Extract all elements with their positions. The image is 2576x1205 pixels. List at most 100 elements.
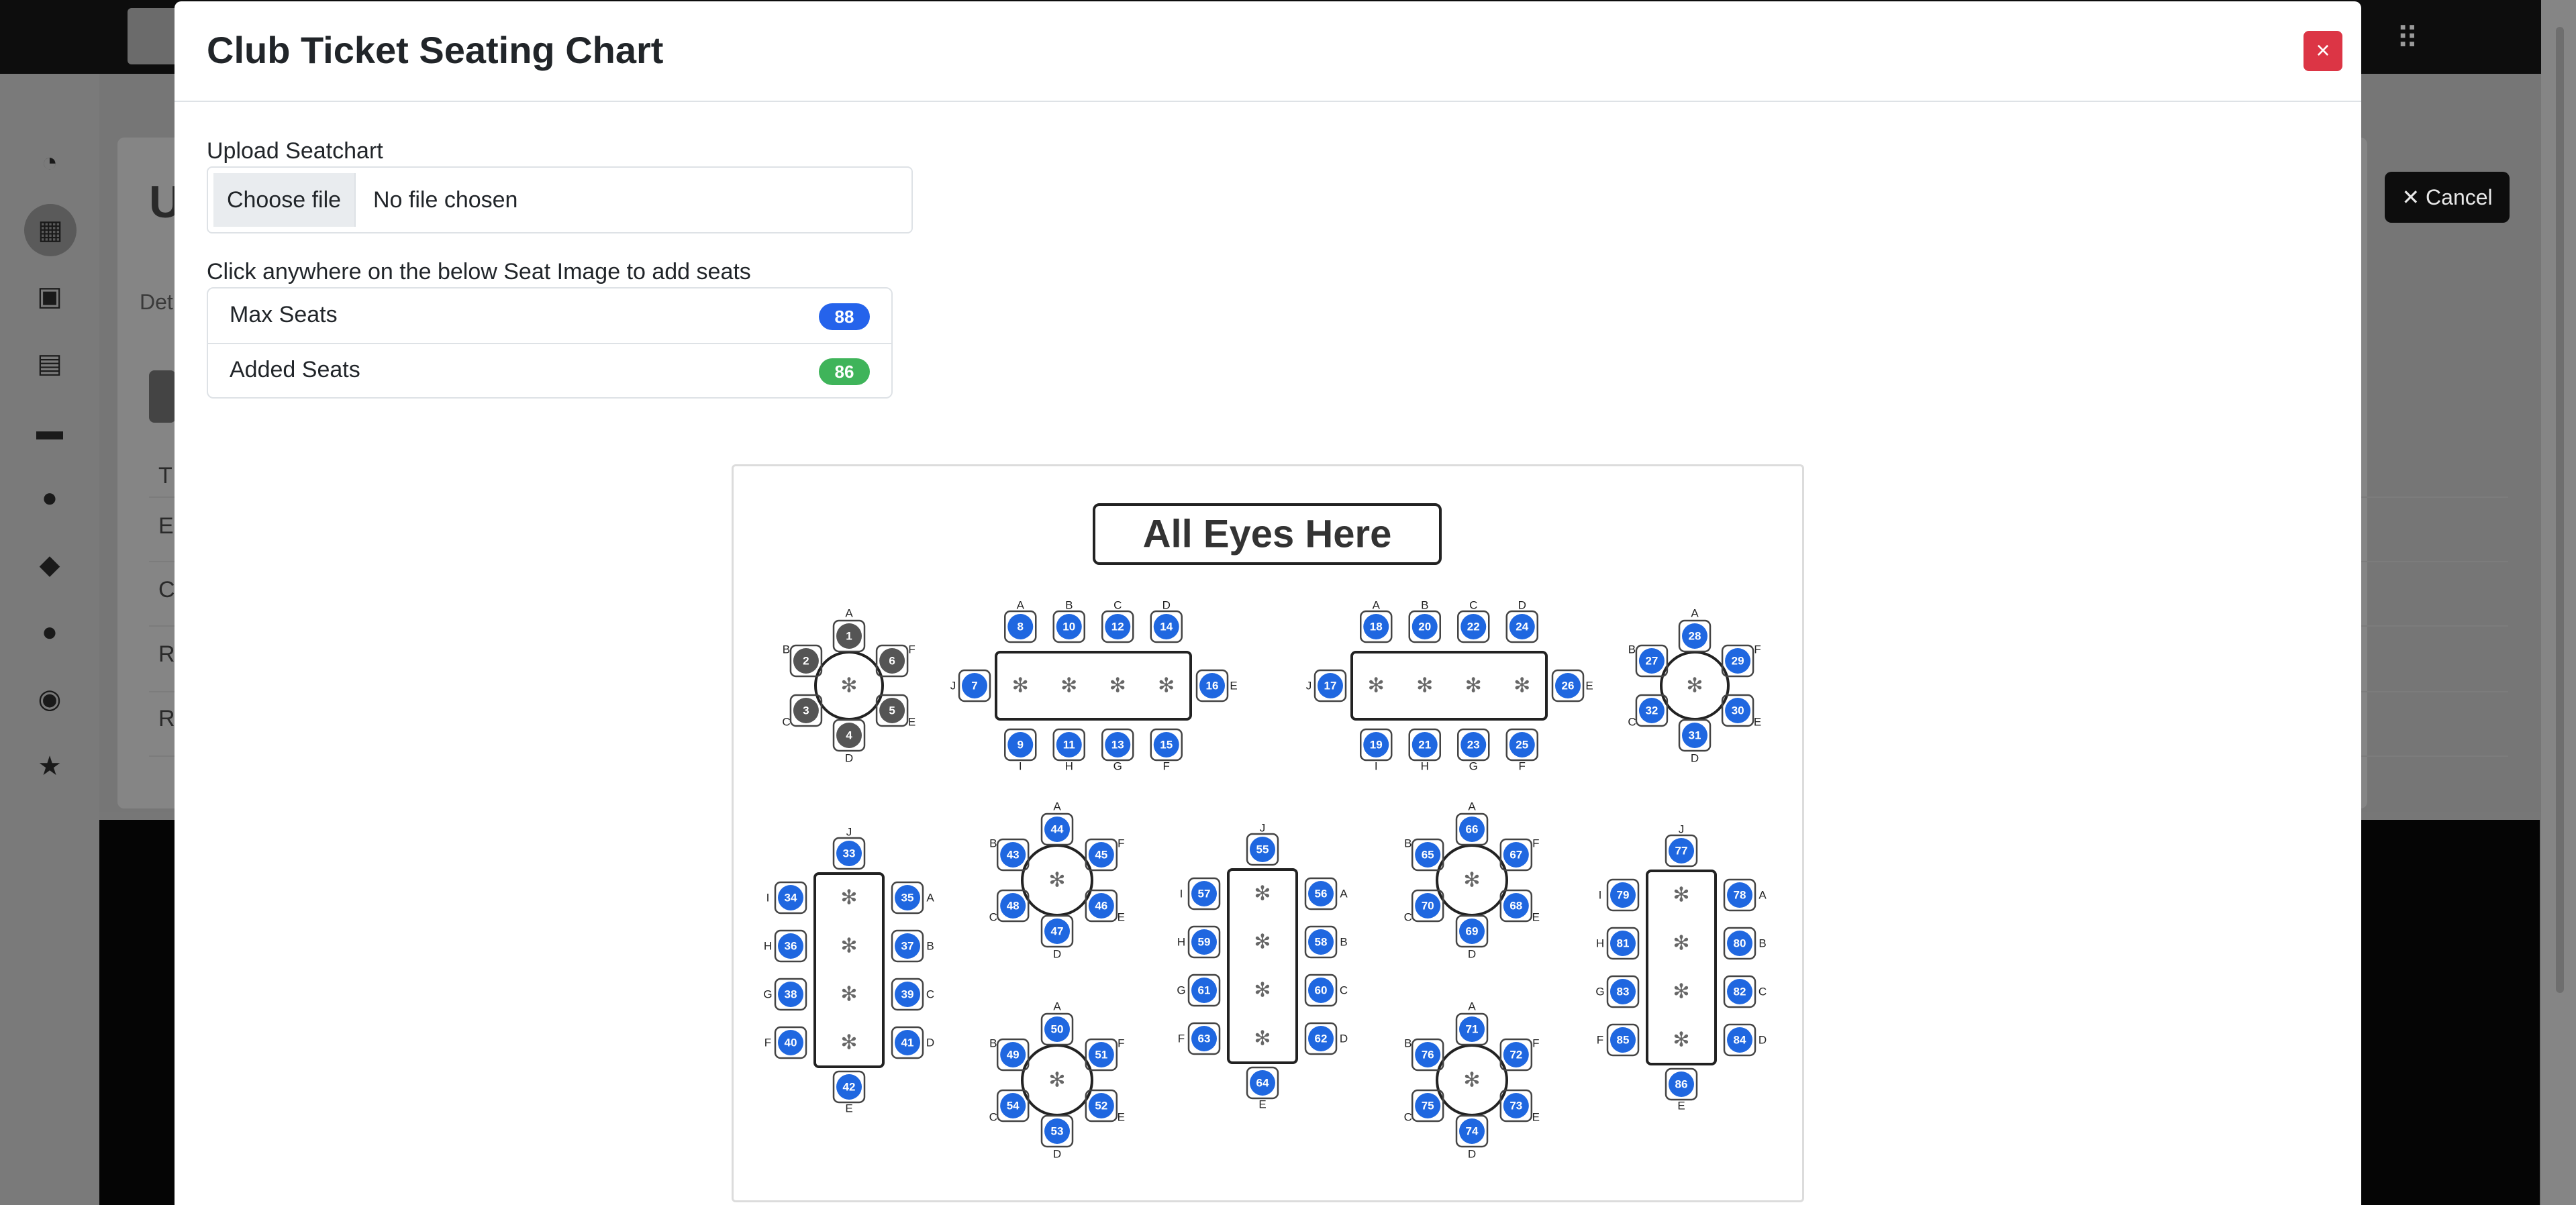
seat-letter: F [764, 1037, 771, 1049]
qr-code-icon[interactable]: ▣ [32, 279, 67, 314]
users-icon[interactable]: ● [32, 615, 67, 649]
seat-number: 39 [901, 988, 914, 1001]
seat-number: 29 [1732, 655, 1744, 668]
seat-letter: B [1404, 837, 1411, 850]
centerpiece-icon: ✻ [1463, 869, 1480, 892]
seat-letter: J [950, 680, 956, 692]
seat-number: 1 [846, 630, 852, 643]
seat-letter: E [1754, 716, 1761, 729]
centerpiece-icon: ✻ [840, 1031, 857, 1055]
seat-letter: B [1421, 599, 1428, 612]
seat-letter: A [1053, 1000, 1061, 1013]
seat-letter: C [1469, 599, 1477, 612]
seat-letter: E [1258, 1098, 1266, 1111]
apps-grid-icon[interactable]: ⠿ [2396, 20, 2419, 56]
user-gear-icon[interactable]: ● [32, 480, 67, 515]
seat-letter: A [1340, 888, 1348, 900]
id-card-icon[interactable]: ▤ [32, 346, 67, 381]
seat-number: 23 [1467, 739, 1480, 751]
seat-number: 53 [1051, 1125, 1064, 1138]
seat-number: 31 [1689, 729, 1701, 742]
seat-number: 50 [1051, 1023, 1064, 1036]
close-button[interactable]: × [2303, 31, 2342, 71]
seat-number: 74 [1466, 1125, 1479, 1138]
seat-number: 81 [1617, 937, 1630, 950]
background-button[interactable] [149, 370, 176, 423]
seat-letter: F [1178, 1033, 1185, 1045]
seat-number: 21 [1418, 739, 1431, 751]
seat-number: 15 [1160, 739, 1173, 751]
centerpiece-icon: ✻ [1673, 1029, 1689, 1052]
seat-letter: B [1404, 1037, 1411, 1050]
seat-letter: D [1053, 1148, 1061, 1161]
background-table-row: C [158, 577, 175, 602]
calendar-icon[interactable]: ▦ [24, 204, 77, 256]
seat-number: 37 [901, 940, 914, 953]
seat-letter: B [1065, 599, 1073, 612]
seat-letter: A [1468, 800, 1476, 813]
seat-image[interactable]: All Eyes Here✻ABCDEF123456✻A89I✻B1011H✻C… [732, 464, 1804, 1202]
seat-number: 45 [1095, 849, 1107, 861]
seat-letter: C [926, 988, 934, 1001]
seat-number: 57 [1198, 888, 1211, 900]
page-scrollbar-thumb[interactable] [2556, 27, 2564, 993]
seat-number: 14 [1160, 621, 1173, 633]
background-table-header: T [158, 463, 172, 488]
seat-number: 6 [889, 655, 895, 668]
seat-letter: A [926, 892, 934, 904]
seat-number: 17 [1324, 680, 1337, 692]
background-table-row: E [158, 513, 174, 539]
seat-instruction-text: Click anywhere on the below Seat Image t… [207, 259, 751, 284]
seat-number: 44 [1051, 823, 1064, 836]
star-icon[interactable]: ★ [32, 749, 67, 784]
seat-letter: A [1758, 889, 1767, 902]
centerpiece-icon: ✻ [1673, 932, 1689, 955]
centerpiece-icon: ✻ [1060, 674, 1077, 698]
centerpiece-icon: ✻ [1048, 1069, 1065, 1092]
seat-letter: I [1019, 760, 1022, 773]
seat-number: 18 [1370, 621, 1383, 633]
seat-letter: F [1754, 643, 1761, 656]
seat-letter: F [1118, 837, 1124, 850]
map-icon[interactable]: ◆ [32, 547, 67, 582]
seat-number: 51 [1095, 1049, 1107, 1061]
seat-number: 66 [1466, 823, 1479, 836]
seat-letter: D [845, 752, 853, 765]
staff-icon[interactable]: ◉ [32, 682, 67, 717]
centerpiece-icon: ✻ [1109, 674, 1126, 698]
choose-file-button[interactable]: Choose file [213, 173, 356, 227]
seat-letter: G [1113, 760, 1122, 773]
added-seats-label: Added Seats [230, 357, 360, 382]
seat-letter: C [1340, 984, 1348, 997]
seat-letter: E [1532, 911, 1540, 924]
seat-number: 62 [1315, 1033, 1328, 1045]
seat-letter: A [1468, 1000, 1476, 1013]
seat-number: 30 [1732, 704, 1744, 717]
seat-letter: J [1306, 680, 1312, 692]
seat-number: 77 [1675, 845, 1688, 857]
dashboard-icon[interactable]: ◔ [32, 145, 67, 180]
seat-letter: C [989, 1111, 997, 1124]
seat-number: 5 [889, 704, 895, 717]
seat-number: 26 [1562, 680, 1575, 692]
seat-letter: A [1053, 800, 1061, 813]
seat-number: 25 [1516, 739, 1528, 751]
seatchart-file-input[interactable]: Choose file No file chosen [207, 166, 913, 233]
seat-number: 3 [803, 704, 809, 717]
seat-letter: F [1532, 1037, 1539, 1050]
seat-number: 24 [1516, 621, 1528, 633]
seat-number: 19 [1370, 739, 1383, 751]
seat-number: 54 [1007, 1100, 1020, 1112]
seat-letter: F [1519, 760, 1526, 773]
seat-number: 61 [1198, 984, 1211, 997]
max-seats-badge: 88 [819, 303, 870, 330]
wallet-icon[interactable]: ▬ [32, 413, 67, 448]
background-cancel-button[interactable]: ✕ Cancel [2385, 172, 2510, 223]
background-tab[interactable]: Det [140, 290, 173, 315]
seat-number: 38 [785, 988, 797, 1001]
seat-number: 40 [785, 1037, 797, 1049]
seat-letter: D [926, 1037, 934, 1049]
seat-letter: H [1177, 936, 1185, 949]
seat-letter: E [1677, 1100, 1685, 1112]
seat-letter: G [1595, 986, 1604, 998]
